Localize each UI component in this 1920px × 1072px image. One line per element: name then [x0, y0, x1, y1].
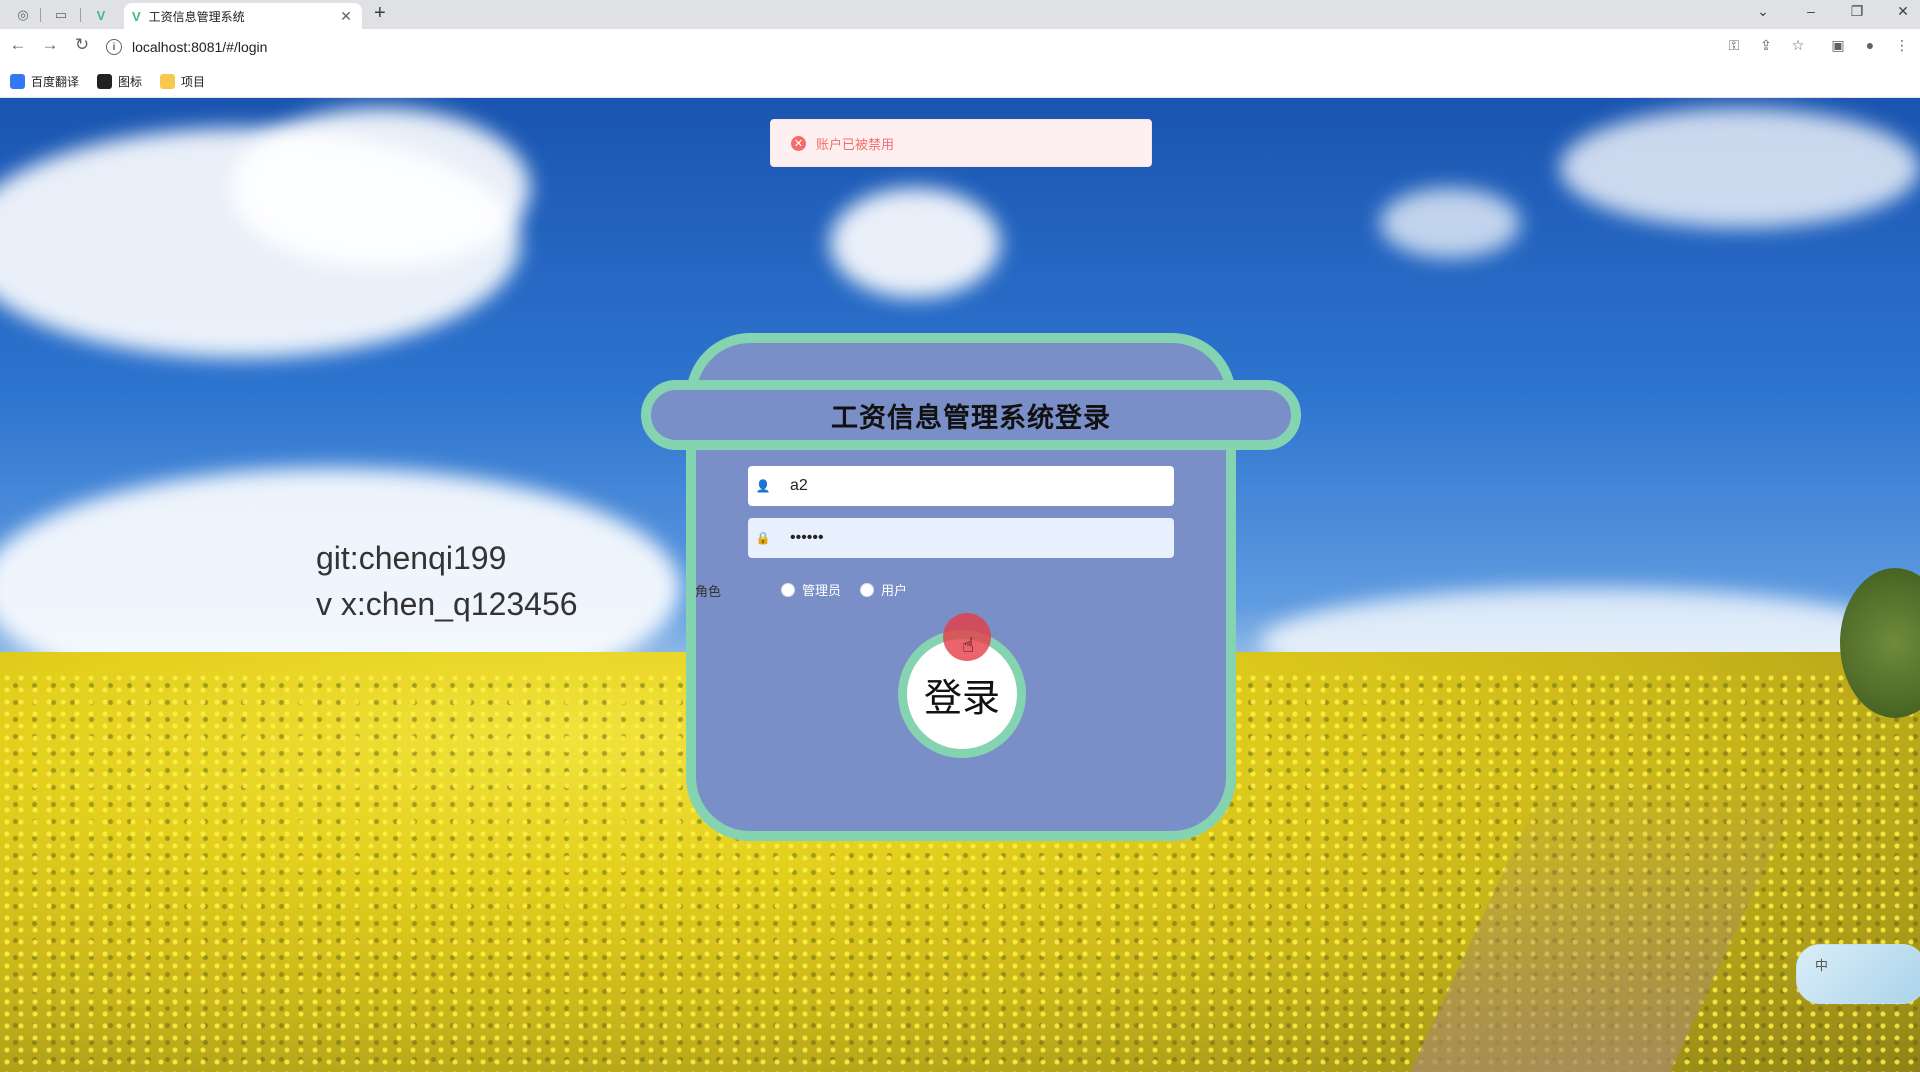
side-panel-icon[interactable]: ▣	[1828, 37, 1848, 54]
url-text: localhost:8081/#/login	[132, 39, 268, 55]
close-tab-icon[interactable]: ✕	[338, 8, 354, 25]
back-icon[interactable]: ←	[6, 35, 30, 55]
role-option-label: 用户	[881, 584, 908, 599]
lock-icon: 🔒	[755, 531, 771, 545]
translate-icon	[10, 73, 25, 89]
reload-icon[interactable]: ↻	[70, 35, 94, 55]
role-label: 角色	[695, 585, 722, 600]
bookmark-label: 项目	[181, 74, 206, 89]
bookmarks-bar: 百度翻译 图标 项目	[0, 65, 1920, 98]
image-icon	[97, 73, 113, 89]
login-title: 工资信息管理系统登录	[831, 402, 1111, 434]
profile-avatar-icon[interactable]: ●	[1860, 37, 1880, 53]
username-field[interactable]: 👤	[748, 466, 1174, 506]
bookmark-icons[interactable]: 图标	[97, 73, 142, 90]
vue-favicon-icon: V	[132, 8, 141, 24]
bookmark-projects[interactable]: 项目	[160, 73, 205, 90]
cloud	[1380, 188, 1520, 258]
new-tab-button[interactable]: +	[374, 2, 386, 25]
tab-separator	[40, 8, 41, 22]
tab-separator	[80, 8, 81, 22]
minimize-icon[interactable]: –	[1796, 3, 1826, 19]
vue-tab-icon[interactable]: V	[86, 4, 116, 26]
ime-mode-label: 中	[1815, 959, 1829, 974]
globe-tab-icon[interactable]: ◎	[8, 4, 38, 26]
share-icon[interactable]: ⇪	[1756, 37, 1776, 54]
role-radio-user[interactable]: 用户	[860, 580, 907, 599]
role-option-label: 管理员	[802, 584, 842, 599]
bookmark-label: 图标	[118, 74, 143, 89]
hand-cursor-icon: ☝	[962, 635, 975, 657]
bookmark-baidu-translate[interactable]: 百度翻译	[10, 73, 79, 90]
menu-kebab-icon[interactable]: ⋮	[1892, 37, 1912, 54]
bookmark-label: 百度翻译	[31, 74, 80, 89]
password-field[interactable]: 🔒	[748, 518, 1174, 558]
star-icon[interactable]: ☆	[1788, 37, 1808, 54]
error-circle-icon: ✕	[791, 135, 806, 151]
username-input[interactable]	[790, 466, 1170, 506]
cloud	[230, 108, 530, 268]
password-input[interactable]	[790, 518, 1170, 558]
tab-title: 工资信息管理系统	[148, 9, 245, 24]
error-message-toast: ✕ 账户已被禁用	[770, 119, 1152, 167]
login-button-label: 登录	[923, 675, 1000, 720]
error-message-text: 账户已被禁用	[816, 137, 895, 153]
radio-circle[interactable]	[781, 582, 795, 597]
tab-search-chevron-icon[interactable]: ⌄	[1748, 3, 1778, 20]
forward-icon[interactable]: →	[38, 35, 62, 55]
watermark-line-2: v x:chen_q123456	[316, 586, 578, 622]
address-bar[interactable]: i localhost:8081/#/login	[106, 32, 1726, 62]
close-window-icon[interactable]: ✕	[1888, 3, 1918, 20]
folder-icon	[160, 73, 176, 89]
active-tab[interactable]: V 工资信息管理系统 ✕	[124, 3, 362, 29]
site-info-icon[interactable]: i	[106, 39, 122, 55]
radio-circle[interactable]	[860, 582, 874, 597]
blank-tab-icon[interactable]: ▭	[46, 4, 76, 26]
key-icon[interactable]: ⚿	[1724, 37, 1744, 54]
restore-icon[interactable]: ❐	[1842, 3, 1872, 20]
cloud	[830, 188, 1000, 298]
login-title-bar: 工资信息管理系统登录	[641, 380, 1301, 450]
role-radio-admin[interactable]: 管理员	[781, 580, 841, 599]
watermark-line-1: git:chenqi199	[316, 540, 507, 576]
browser-toolbar: ← → ↻ i localhost:8081/#/login ⚿ ⇪ ☆ ▣ ●…	[0, 29, 1920, 65]
cloud	[1560, 108, 1920, 228]
browser-tab-strip: ◎ ▭ V V 工资信息管理系统 ✕ + ⌄ – ❐ ✕	[0, 0, 1920, 29]
ime-status-widget[interactable]: 中	[1796, 944, 1920, 1004]
user-icon: 👤	[755, 479, 771, 493]
